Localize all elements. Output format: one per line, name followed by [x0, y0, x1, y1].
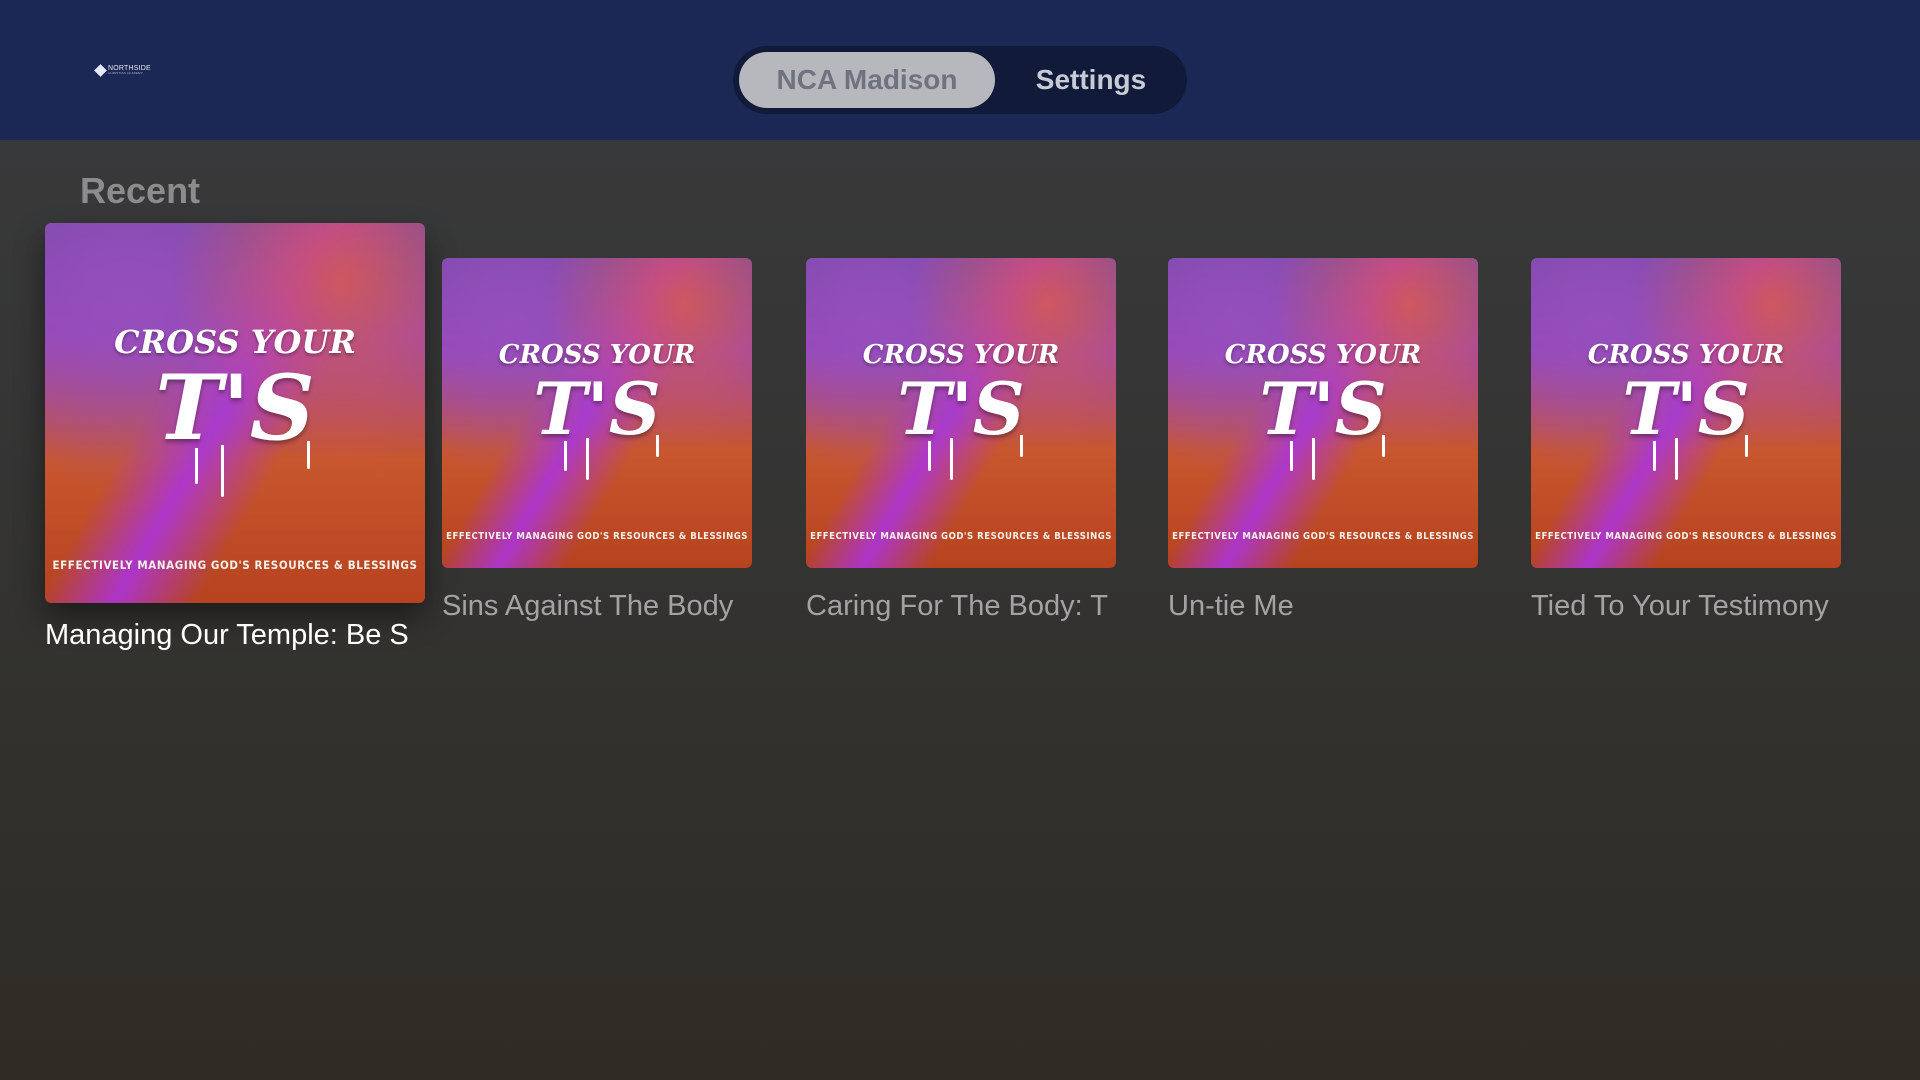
paint-drip — [1382, 435, 1385, 457]
tab-nca-madison[interactable]: NCA Madison — [739, 52, 995, 108]
paint-drip — [221, 445, 224, 497]
card-artwork: CROSS YOUR T'S EFFECTIVELY MANAGING GOD'… — [1168, 258, 1478, 568]
paint-drip — [1675, 438, 1678, 480]
artwork-title-line2: T'S — [533, 366, 661, 451]
paint-drip — [1290, 441, 1293, 471]
paint-drip — [656, 435, 659, 457]
tab-bar: NCA Madison Settings — [733, 46, 1187, 114]
paint-drip — [1653, 441, 1656, 471]
paint-drip — [307, 441, 310, 469]
card-title: Tied To Your Testimony — [1531, 590, 1829, 622]
paint-drip — [950, 438, 953, 480]
artwork-title-line2: T'S — [1622, 366, 1750, 451]
paint-drip — [928, 441, 931, 471]
card-title: Caring For The Body: T — [806, 590, 1108, 622]
logo-subtitle: CHRISTIAN ACADEMY — [108, 71, 144, 75]
cross-logo-icon — [94, 63, 107, 77]
paint-drip — [1312, 438, 1315, 480]
section-title-recent: Recent — [80, 170, 201, 211]
paint-drip — [1020, 435, 1023, 457]
card-artwork: CROSS YOUR T'S EFFECTIVELY MANAGING GOD'… — [442, 258, 752, 568]
card-artwork: CROSS YOUR T'S EFFECTIVELY MANAGING GOD'… — [45, 223, 425, 603]
tab-settings[interactable]: Settings — [1005, 52, 1177, 108]
paint-drip — [195, 448, 198, 484]
card-artwork: CROSS YOUR T'S EFFECTIVELY MANAGING GOD'… — [806, 258, 1116, 568]
artwork-subtitle: EFFECTIVELY MANAGING GOD'S RESOURCES & B… — [446, 531, 748, 542]
paint-drip — [1745, 435, 1748, 457]
artwork-subtitle: EFFECTIVELY MANAGING GOD'S RESOURCES & B… — [810, 531, 1112, 542]
paint-drip — [564, 441, 567, 471]
top-bar: NORTHSIDE CHRISTIAN ACADEMY NCA Madison … — [0, 0, 1920, 140]
artwork-subtitle: EFFECTIVELY MANAGING GOD'S RESOURCES & B… — [52, 558, 418, 572]
card-title: Managing Our Temple: Be S — [45, 619, 409, 651]
northside-logo: NORTHSIDE CHRISTIAN ACADEMY — [94, 62, 156, 78]
card-title: Sins Against The Body — [442, 590, 734, 622]
artwork-title-line2: T'S — [897, 366, 1025, 451]
artwork-subtitle: EFFECTIVELY MANAGING GOD'S RESOURCES & B… — [1172, 531, 1474, 542]
card-artwork: CROSS YOUR T'S EFFECTIVELY MANAGING GOD'… — [1531, 258, 1841, 568]
card-title: Un-tie Me — [1168, 590, 1294, 622]
artwork-title-line2: T'S — [155, 355, 315, 461]
artwork-title-line2: T'S — [1259, 366, 1387, 451]
artwork-subtitle: EFFECTIVELY MANAGING GOD'S RESOURCES & B… — [1535, 531, 1837, 542]
paint-drip — [586, 438, 589, 480]
